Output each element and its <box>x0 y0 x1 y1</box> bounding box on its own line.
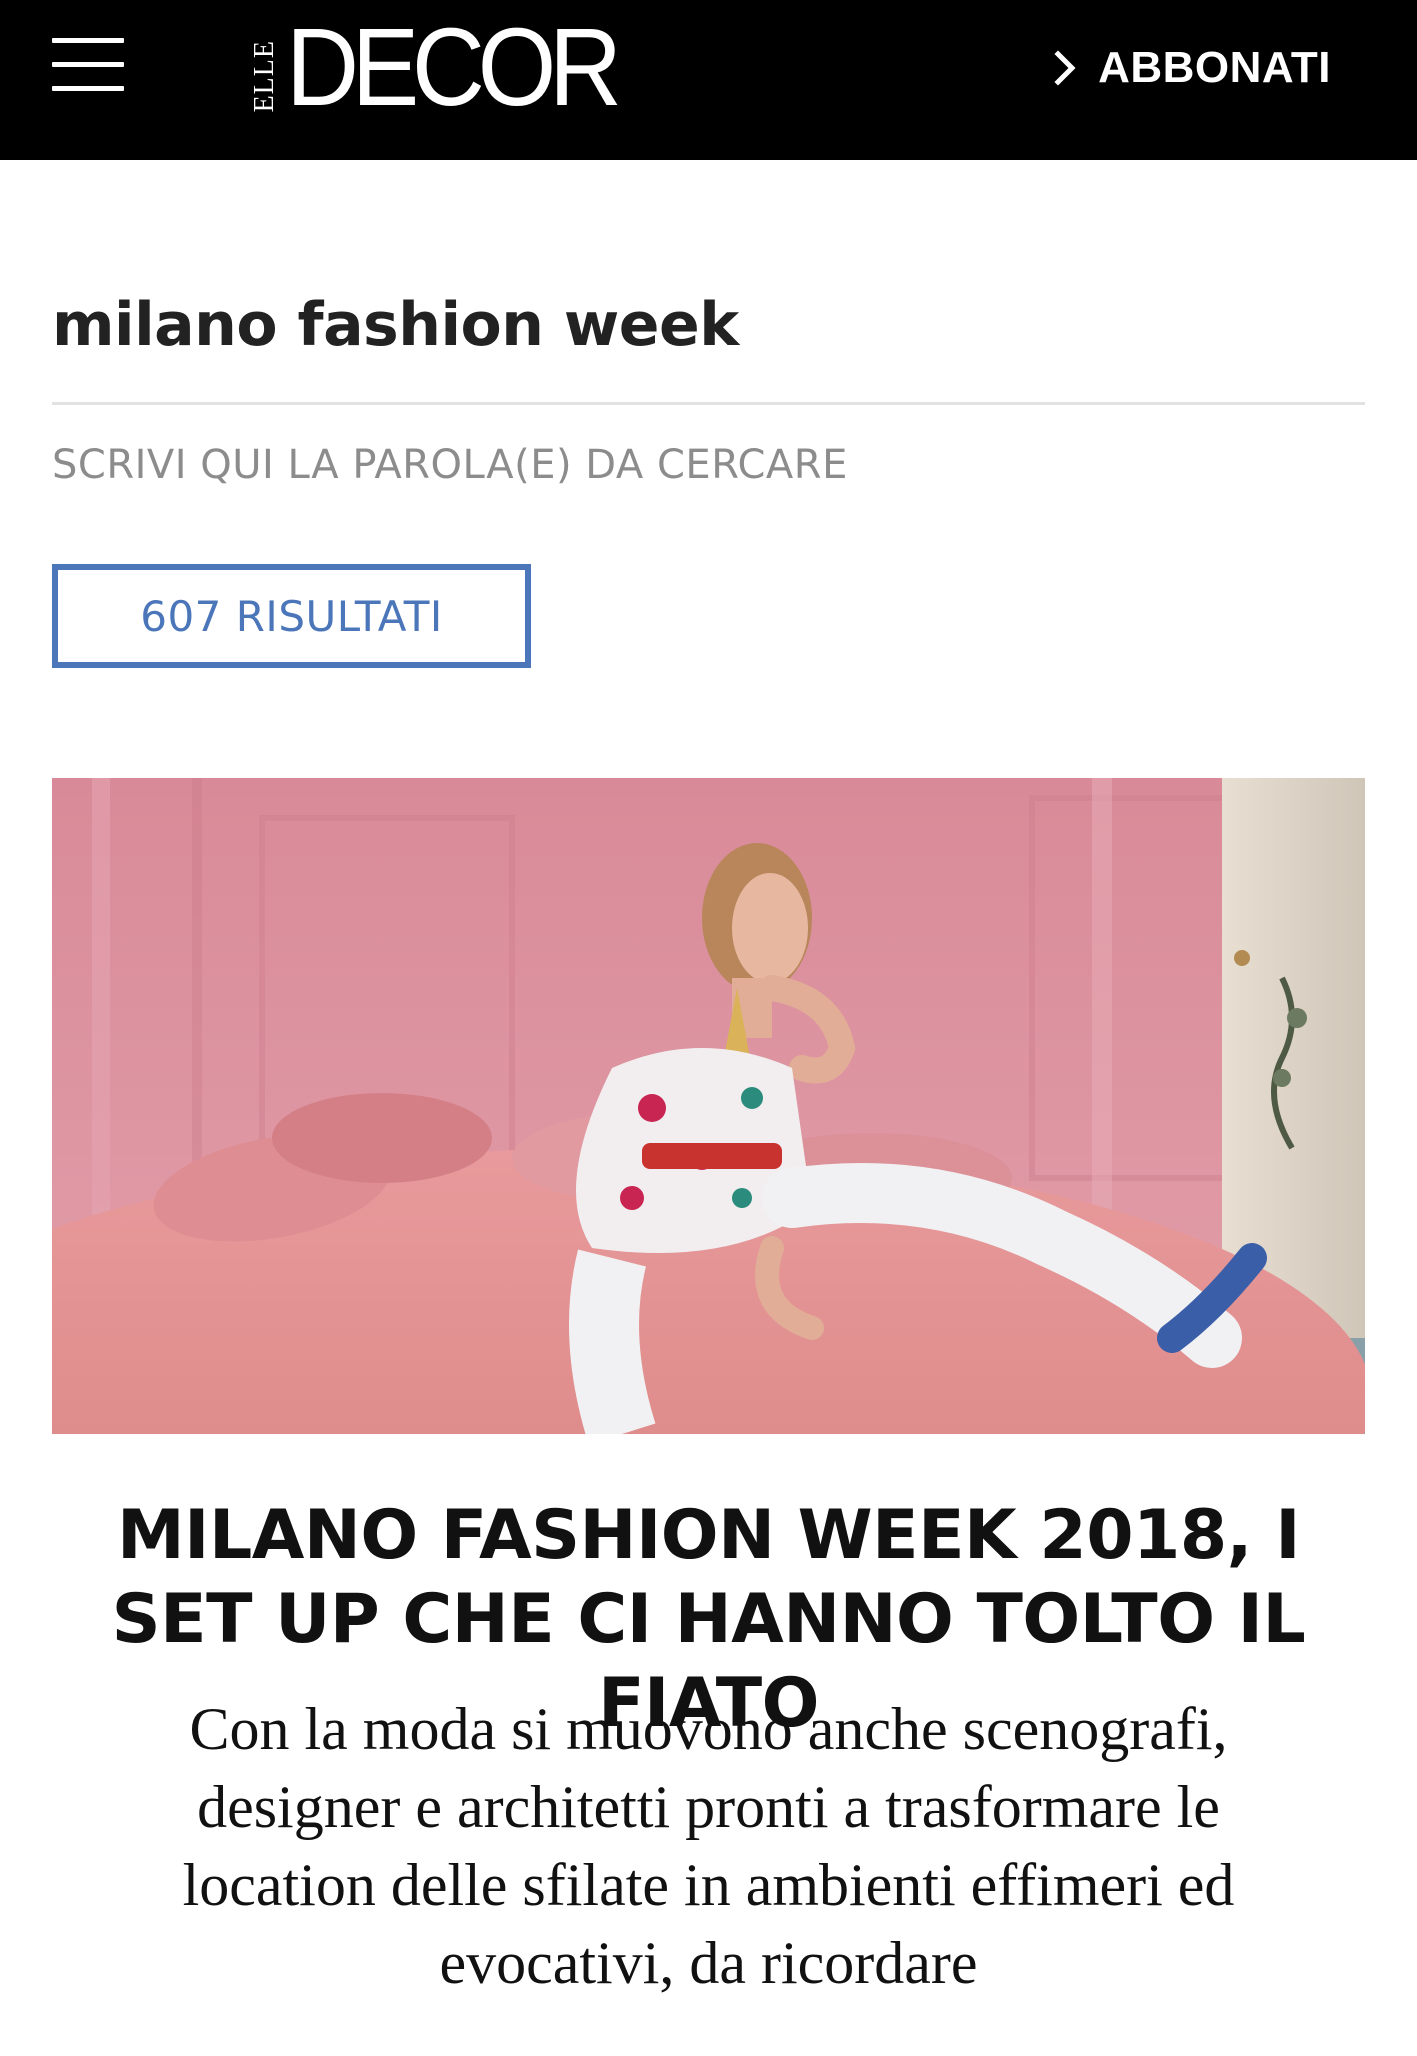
subscribe-label: ABBONATI <box>1098 43 1331 92</box>
article-description: Con la moda si muovono anche scenografi,… <box>182 1696 1235 1996</box>
article-image[interactable] <box>52 778 1365 1434</box>
article-photo <box>52 778 1365 1434</box>
search-input[interactable] <box>52 430 1365 500</box>
search-query-heading: milano fashion week <box>52 290 739 360</box>
chevron-right-icon <box>1054 50 1076 86</box>
logo-elle-text: ELLE <box>249 39 280 112</box>
menu-line <box>52 86 124 91</box>
subscribe-link[interactable]: ABBONATI <box>1052 38 1331 98</box>
hamburger-menu-icon[interactable] <box>52 30 124 98</box>
menu-line <box>52 62 124 67</box>
top-navigation-bar: ELLE DECOR ABBONATI <box>0 0 1417 160</box>
results-count-button[interactable]: 607 RISULTATI <box>52 564 531 668</box>
menu-line <box>52 38 124 43</box>
search-divider <box>52 402 1365 405</box>
logo-decor-text: DECOR <box>286 6 622 129</box>
site-logo[interactable]: ELLE DECOR <box>249 6 643 129</box>
